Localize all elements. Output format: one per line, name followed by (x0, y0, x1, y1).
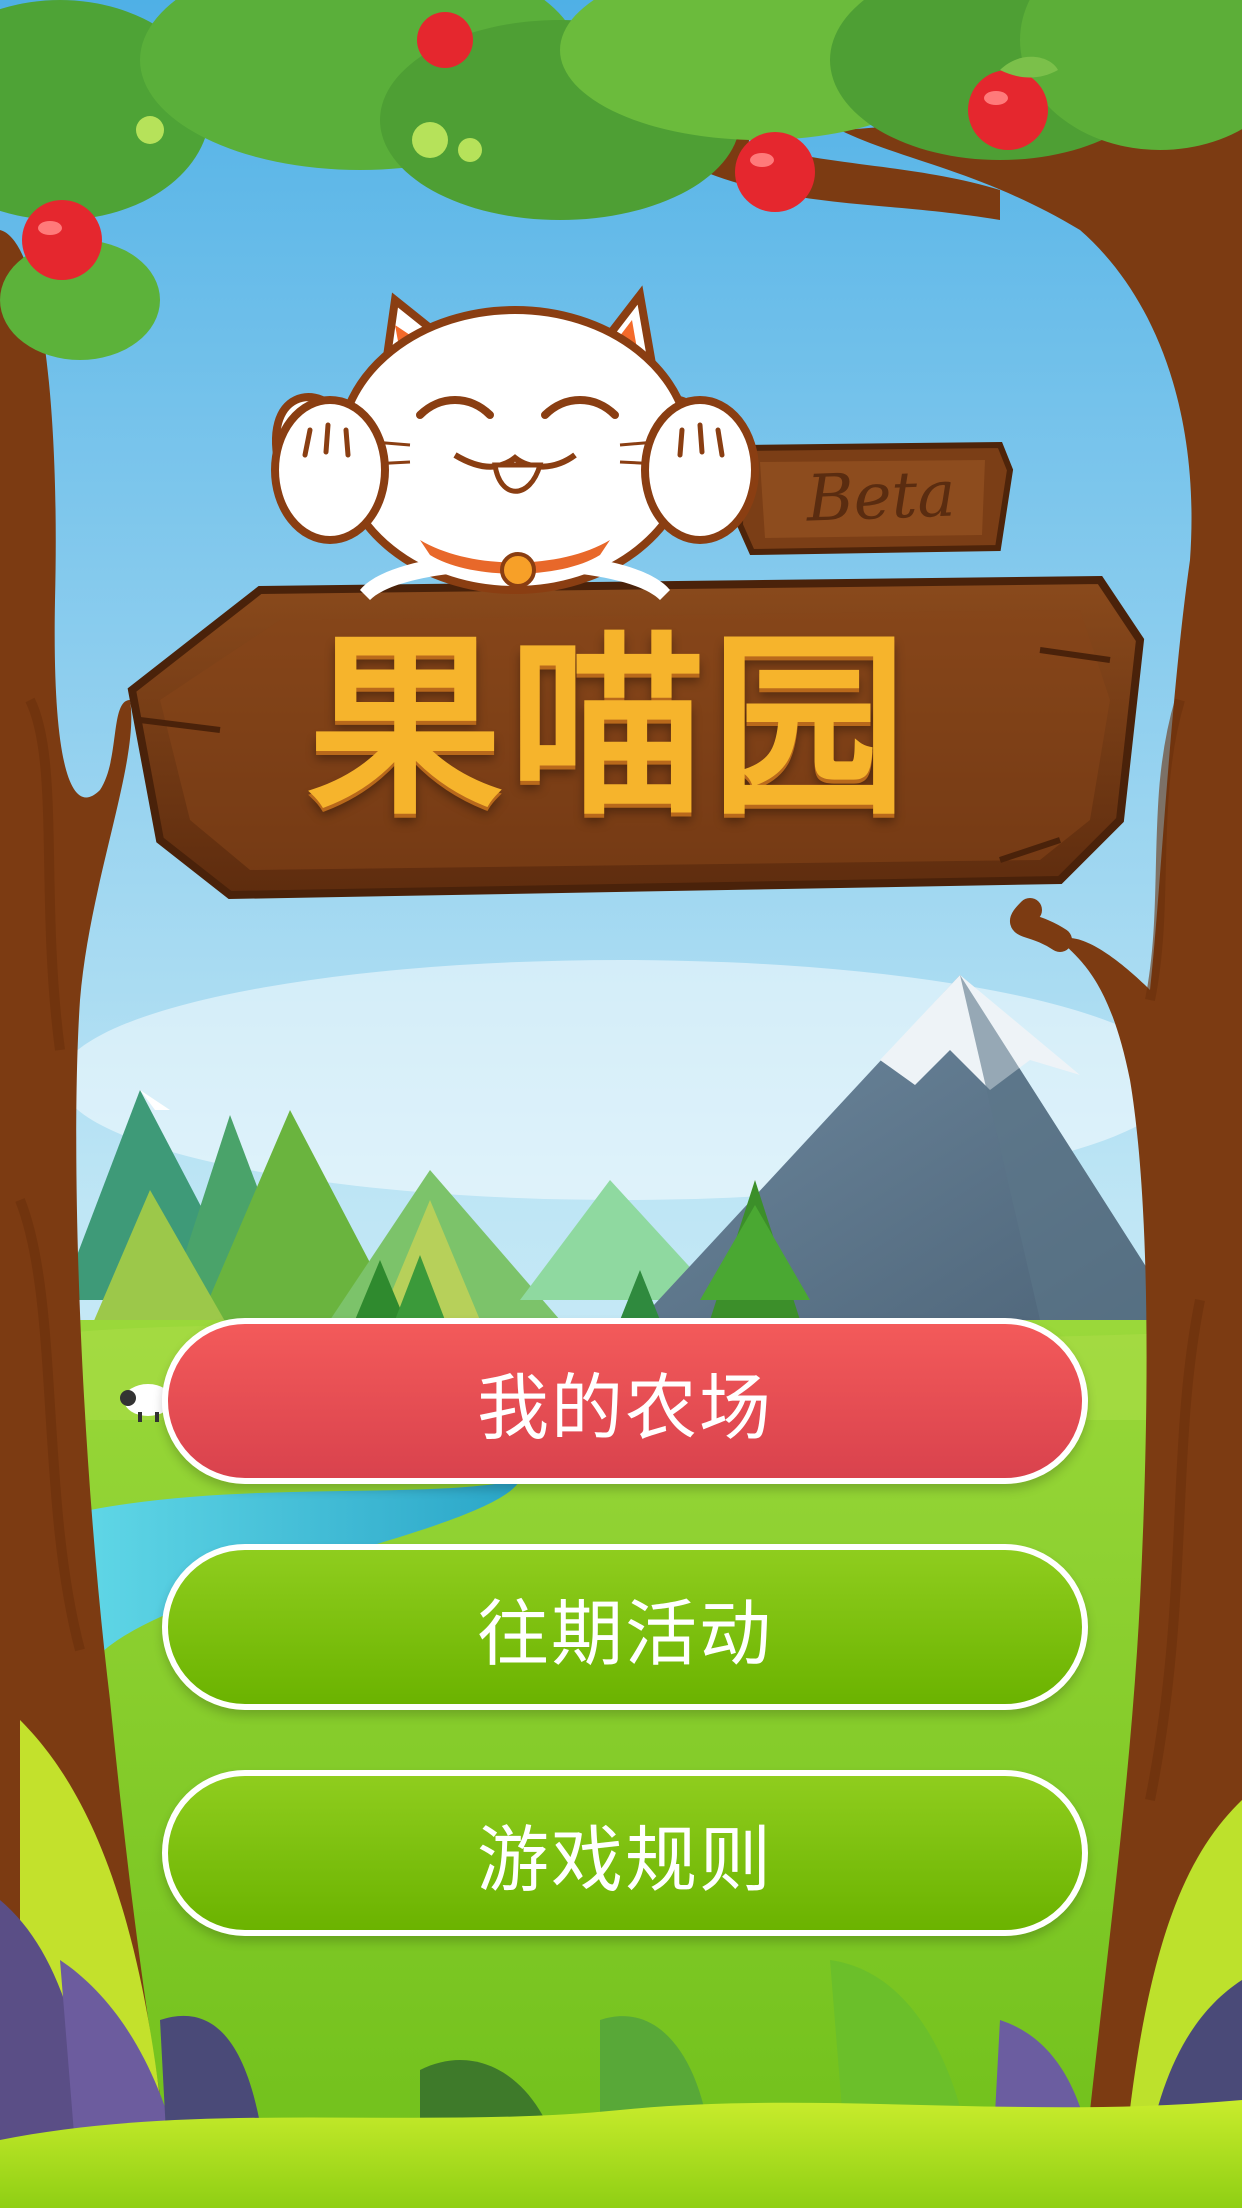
my-farm-button[interactable]: 我的农场 (162, 1318, 1088, 1484)
past-events-button[interactable]: 往期活动 (162, 1544, 1088, 1710)
game-logo-title: 果喵园 (306, 611, 913, 842)
game-rules-button[interactable]: 游戏规则 (162, 1770, 1088, 1936)
beta-badge: Beta (805, 457, 957, 537)
